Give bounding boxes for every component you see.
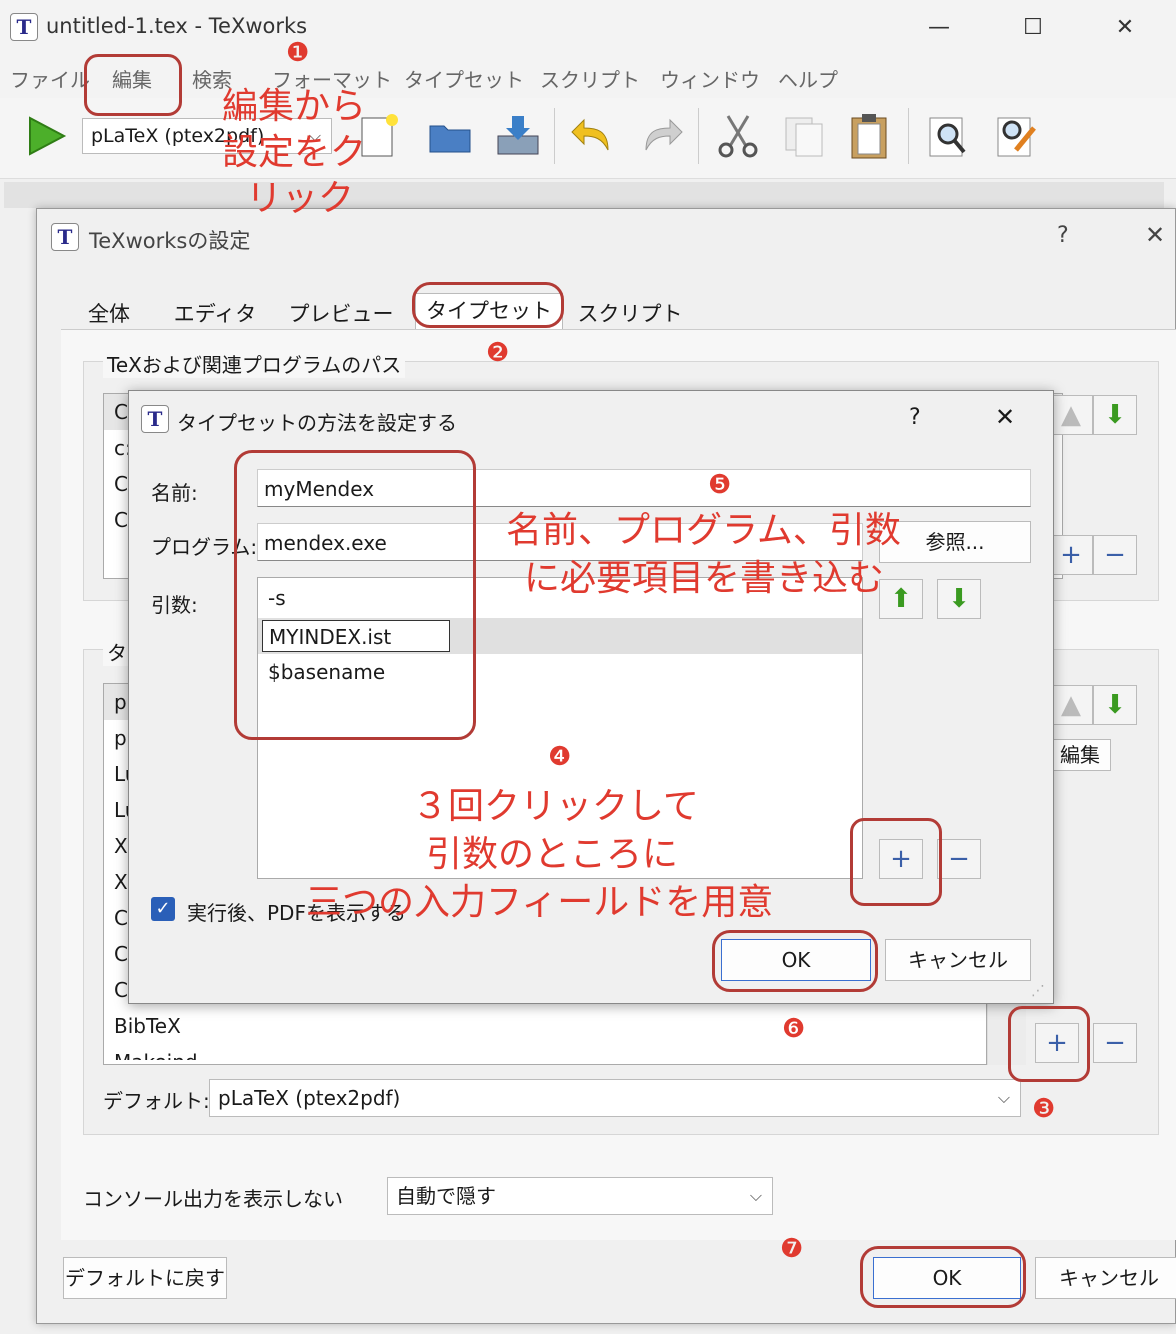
cut-icon[interactable]	[712, 110, 764, 162]
argument-move-down-button[interactable]: ⬇	[937, 579, 981, 619]
tool-move-up-button[interactable]: ▲	[1049, 685, 1093, 725]
minus-icon: −	[1104, 1028, 1126, 1058]
path-remove-button[interactable]: −	[1093, 535, 1137, 575]
highlight-settings-ok-button	[860, 1246, 1026, 1308]
copy-icon[interactable]	[778, 110, 830, 162]
tab-script[interactable]: スクリプト	[571, 297, 689, 331]
arrow-up-icon: ⬆	[890, 584, 912, 614]
highlight-tool-add-button	[1008, 1006, 1090, 1082]
resize-grip-icon[interactable]: ⋰	[1031, 983, 1045, 999]
console-select-value: 自動で隠す	[396, 1184, 496, 1208]
minus-icon: −	[948, 844, 970, 874]
highlight-typeset-tab	[412, 282, 564, 328]
toolbar-separator	[698, 108, 699, 164]
step1-number: ❶	[286, 38, 310, 68]
highlight-edit-menu	[84, 54, 182, 116]
find-icon[interactable]	[922, 110, 974, 162]
minus-icon: −	[1104, 540, 1126, 570]
main-titlebar: T untitled-1.tex - TeXworks — ☐ ✕	[0, 0, 1176, 56]
settings-dialog-title: TeXworksの設定	[89, 229, 251, 253]
arrow-down-icon: ⬇	[948, 584, 970, 614]
minimize-button[interactable]: —	[916, 8, 962, 48]
step5-number: ❺	[708, 470, 732, 500]
step5-text-line1: 名前、プログラム、引数	[506, 510, 901, 551]
step3-number: ❸	[1032, 1094, 1056, 1124]
typeset-dialog-title: タイプセットの方法を設定する	[177, 411, 457, 435]
menu-typeset[interactable]: タイプセット	[404, 64, 524, 93]
menu-window[interactable]: ウィンドウ	[660, 64, 760, 93]
tool-move-down-button[interactable]: ⬇	[1093, 685, 1137, 725]
step4-number: ❹	[548, 742, 572, 772]
typeset-help-button[interactable]: ?	[909, 405, 921, 430]
step1-text-line1: 編集から	[222, 86, 367, 127]
highlight-argument-add-button	[850, 818, 942, 906]
highlight-input-fields	[234, 450, 476, 740]
paste-icon[interactable]	[844, 110, 896, 162]
arrow-down-icon: ⬇	[1104, 400, 1126, 430]
step7-number: ❼	[780, 1234, 804, 1264]
texworks-app-icon: T	[51, 223, 79, 251]
console-label: コンソール出力を表示しない	[83, 1187, 343, 1211]
chevron-down-icon: ⌵	[997, 1088, 1010, 1107]
arguments-label: 引数:	[151, 593, 198, 617]
menu-script[interactable]: スクリプト	[540, 64, 640, 93]
tab-editor[interactable]: エディタ	[163, 297, 267, 331]
path-move-down-button[interactable]: ⬇	[1093, 395, 1137, 435]
default-label: デフォルト:	[103, 1089, 210, 1113]
step1-text-line2: 設定をク	[222, 132, 367, 173]
undo-icon[interactable]	[568, 110, 620, 162]
path-move-up-button[interactable]: ▲	[1049, 395, 1093, 435]
texworks-app-icon: T	[10, 13, 38, 41]
highlight-typeset-ok-button	[712, 930, 878, 992]
tab-general[interactable]: 全体	[65, 297, 153, 331]
tool-remove-button[interactable]: −	[1093, 1023, 1137, 1063]
argument-move-up-button[interactable]: ⬆	[879, 579, 923, 619]
open-folder-icon[interactable]	[424, 110, 476, 162]
main-close-button[interactable]: ✕	[1102, 8, 1148, 48]
toolbar-separator	[554, 108, 555, 164]
settings-close-button[interactable]: ✕	[1145, 221, 1165, 249]
chevron-down-icon: ⌵	[749, 1186, 762, 1205]
tab-preview[interactable]: プレビュー	[277, 297, 405, 331]
path-add-button[interactable]: +	[1049, 535, 1093, 575]
browse-button[interactable]: 参照...	[879, 521, 1031, 563]
texworks-app-icon: T	[141, 405, 169, 433]
default-engine-select[interactable]: pLaTeX (ptex2pdf) ⌵	[209, 1079, 1021, 1117]
step1-text-line3: リック	[246, 178, 355, 219]
default-engine-value: pLaTeX (ptex2pdf)	[218, 1086, 401, 1110]
step4-text-line2: 引数のところに	[426, 834, 679, 875]
settings-cancel-button[interactable]: キャンセル	[1035, 1257, 1176, 1299]
show-pdf-checkbox[interactable]: ✓	[151, 897, 175, 921]
list-item[interactable]: Makeind	[104, 1044, 986, 1060]
step4-text-line1: ３回クリックして	[412, 786, 699, 827]
main-window-title: untitled-1.tex - TeXworks	[46, 14, 308, 38]
typeset-close-button[interactable]: ✕	[995, 403, 1015, 431]
maximize-button[interactable]: ☐	[1010, 8, 1056, 48]
menu-help[interactable]: ヘルプ	[778, 64, 838, 93]
toolbar-separator	[908, 108, 909, 164]
checkmark-icon: ✓	[155, 898, 171, 919]
plus-icon: +	[1060, 540, 1082, 570]
settings-help-button[interactable]: ?	[1057, 223, 1069, 248]
step6-number: ❻	[782, 1014, 806, 1044]
editor-area	[4, 182, 1164, 208]
step2-number: ❷	[486, 338, 510, 368]
step5-text-line2: に必要項目を書き込む	[524, 558, 885, 599]
save-icon[interactable]	[492, 110, 544, 162]
list-item-bibtex[interactable]: BibTeX	[104, 1008, 986, 1044]
paths-group-label: TeXおよび関連プログラムのパス	[103, 349, 406, 378]
tool-edit-button[interactable]: 編集	[1049, 739, 1111, 771]
redo-icon[interactable]	[634, 110, 686, 162]
restore-defaults-button[interactable]: デフォルトに戻す	[63, 1257, 227, 1299]
menu-file[interactable]: ファイル	[10, 64, 90, 93]
typeset-tools-group-label: タ	[103, 637, 131, 666]
argument-remove-button[interactable]: −	[937, 839, 981, 879]
replace-icon[interactable]	[990, 110, 1042, 162]
arrow-down-icon: ⬇	[1104, 690, 1126, 720]
console-select[interactable]: 自動で隠す ⌵	[387, 1177, 773, 1215]
typeset-play-icon[interactable]	[20, 110, 72, 162]
step4-text-line3: 三つの入力フィールドを用意	[306, 882, 774, 923]
name-label: 名前:	[151, 481, 198, 505]
typeset-cancel-button[interactable]: キャンセル	[885, 939, 1031, 981]
